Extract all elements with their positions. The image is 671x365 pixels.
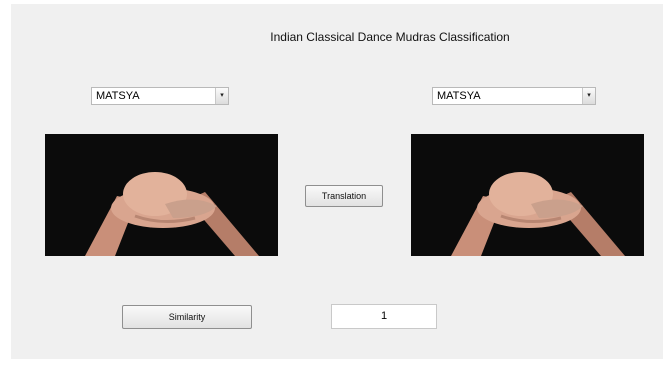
similarity-button[interactable]: Similarity — [122, 305, 252, 329]
left-mudra-dropdown[interactable]: MATSYA ▾ — [91, 87, 229, 105]
right-mudra-image — [411, 134, 644, 256]
page-title: Indian Classical Dance Mudras Classifica… — [270, 30, 510, 44]
hand-mudra-photo — [411, 134, 644, 256]
left-mudra-image — [45, 134, 278, 256]
dropdown-arrow-icon[interactable]: ▾ — [215, 88, 228, 104]
translation-button[interactable]: Translation — [305, 185, 383, 207]
left-dropdown-value: MATSYA — [96, 90, 140, 102]
right-mudra-dropdown[interactable]: MATSYA ▾ — [432, 87, 596, 105]
hand-mudra-photo — [45, 134, 278, 256]
right-dropdown-value: MATSYA — [437, 90, 481, 102]
dropdown-arrow-icon[interactable]: ▾ — [582, 88, 595, 104]
similarity-output: 1 — [331, 304, 437, 329]
